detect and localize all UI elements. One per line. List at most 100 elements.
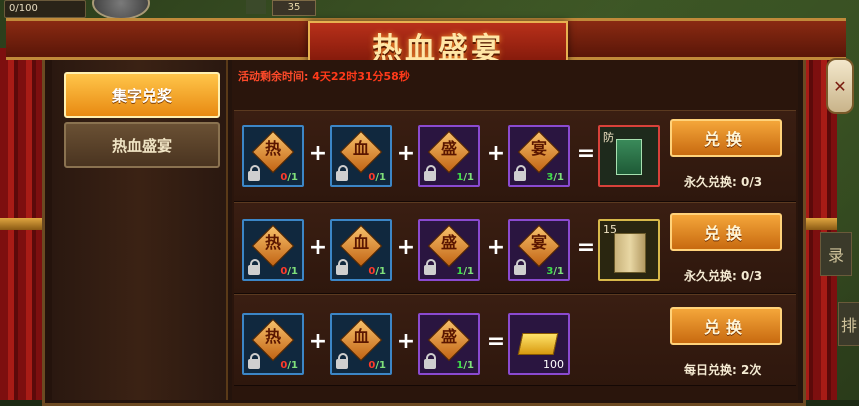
reward-tile[interactable]: 100 xyxy=(508,313,570,375)
count-need: 1 xyxy=(379,172,386,183)
word-tile[interactable]: 热 0/1 xyxy=(242,219,304,281)
count-need: 1 xyxy=(291,360,298,371)
lock-icon xyxy=(514,259,526,275)
exchange-button[interactable]: 兑换 xyxy=(670,213,782,251)
equals-icon: = xyxy=(486,329,506,354)
reward-tile[interactable]: 防 xyxy=(598,125,660,187)
item-count: 0/1 xyxy=(280,266,298,277)
word-tile[interactable]: 盛 1/1 xyxy=(418,219,480,281)
word-tile[interactable]: 血 0/1 xyxy=(330,313,392,375)
word-char: 热 xyxy=(264,139,281,158)
item-count: 3/1 xyxy=(546,172,564,183)
equals-icon: = xyxy=(576,235,596,260)
reward-amount: 100 xyxy=(543,358,564,371)
sidebar-item-feast[interactable]: 热血盛宴 xyxy=(64,122,220,168)
count-need: 1 xyxy=(467,266,474,277)
plus-icon: + xyxy=(308,235,328,260)
word-char: 盛 xyxy=(440,233,457,252)
lock-icon xyxy=(248,165,260,181)
hud-mini-icon xyxy=(246,0,266,14)
word-tile[interactable]: 盛 1/1 xyxy=(418,313,480,375)
lock-icon xyxy=(248,259,260,275)
word-char: 宴 xyxy=(530,139,547,158)
item-count: 0/1 xyxy=(368,266,386,277)
word-char: 盛 xyxy=(440,327,457,346)
item-count: 0/1 xyxy=(280,360,298,371)
lock-icon xyxy=(336,259,348,275)
lock-icon xyxy=(424,259,436,275)
count-need: 1 xyxy=(291,266,298,277)
count-need: 1 xyxy=(467,172,474,183)
word-char: 热 xyxy=(264,233,281,252)
gold-ingot-icon xyxy=(517,333,559,355)
hud-orb[interactable] xyxy=(92,0,150,20)
lock-icon xyxy=(424,353,436,369)
skill-book-icon xyxy=(616,139,642,175)
exchange-limit: 永久兑换: 0/3 xyxy=(684,175,763,189)
side-tab-label: 录 xyxy=(827,246,844,265)
lock-icon xyxy=(336,353,348,369)
lock-icon xyxy=(336,165,348,181)
word-tile[interactable]: 热 0/1 xyxy=(242,125,304,187)
sidebar-item-label: 热血盛宴 xyxy=(111,136,172,155)
exchange-limit: 每日兑换: 2次 xyxy=(684,363,762,377)
reward-label: 15 xyxy=(603,223,617,236)
count-need: 1 xyxy=(557,266,564,277)
word-char: 宴 xyxy=(530,233,547,252)
word-char: 血 xyxy=(352,327,369,346)
exchange-row: 热 0/1 + 血 0/1 + 盛 1/1 + 宴 3/1 = 15 兑换 永久… xyxy=(234,202,796,294)
plus-icon: + xyxy=(308,329,328,354)
item-count: 1/1 xyxy=(456,266,474,277)
item-count: 0/1 xyxy=(368,360,386,371)
item-count: 0/1 xyxy=(368,172,386,183)
word-char: 血 xyxy=(352,139,369,158)
word-tile[interactable]: 热 0/1 xyxy=(242,313,304,375)
item-count: 1/1 xyxy=(456,172,474,183)
exchange-limit: 永久兑换: 0/3 xyxy=(684,269,763,283)
plus-icon: + xyxy=(396,329,416,354)
timer-value: 4天22时31分58秒 xyxy=(312,70,410,83)
item-count: 1/1 xyxy=(456,360,474,371)
plus-icon: + xyxy=(308,141,328,166)
scroll-icon xyxy=(614,233,646,273)
reward-label: 防 xyxy=(603,131,614,144)
side-tab-record[interactable]: 录 xyxy=(820,232,852,276)
reward-tile[interactable]: 15 xyxy=(598,219,660,281)
exchange-button[interactable]: 兑换 xyxy=(670,307,782,345)
sidebar-item-collect-words[interactable]: 集字兑奖 xyxy=(64,72,220,118)
exchange-row: 热 0/1 + 血 0/1 + 盛 1/1 = 100 兑换 每日兑换: 2次 xyxy=(234,294,796,386)
exchange-button-label: 兑换 xyxy=(703,130,748,149)
plus-icon: + xyxy=(396,141,416,166)
word-tile[interactable]: 血 0/1 xyxy=(330,219,392,281)
count-need: 1 xyxy=(379,360,386,371)
word-tile[interactable]: 血 0/1 xyxy=(330,125,392,187)
side-tab-rank[interactable]: 排 xyxy=(838,302,859,346)
exchange-button-label: 兑换 xyxy=(703,318,748,337)
lock-icon xyxy=(248,353,260,369)
plus-icon: + xyxy=(396,235,416,260)
close-button[interactable]: ✕ xyxy=(826,58,854,114)
hud-level: 35 xyxy=(272,0,316,16)
word-tile[interactable]: 宴 3/1 xyxy=(508,219,570,281)
exchange-button[interactable]: 兑换 xyxy=(670,119,782,157)
count-need: 1 xyxy=(379,266,386,277)
lock-icon xyxy=(424,165,436,181)
hud-counter: 0/100 xyxy=(4,0,86,18)
plus-icon: + xyxy=(486,235,506,260)
word-char: 盛 xyxy=(440,139,457,158)
lock-icon xyxy=(514,165,526,181)
item-count: 3/1 xyxy=(546,266,564,277)
count-need: 1 xyxy=(557,172,564,183)
exchange-row: 热 0/1 + 血 0/1 + 盛 1/1 + 宴 3/1 = 防 兑换 永久兑… xyxy=(234,110,796,202)
exchange-button-label: 兑换 xyxy=(703,224,748,243)
count-need: 1 xyxy=(467,360,474,371)
side-tab-label: 排 xyxy=(840,316,857,335)
equals-icon: = xyxy=(576,141,596,166)
count-need: 1 xyxy=(291,172,298,183)
item-count: 0/1 xyxy=(280,172,298,183)
word-char: 热 xyxy=(264,327,281,346)
plus-icon: + xyxy=(486,141,506,166)
close-icon: ✕ xyxy=(833,76,847,96)
word-tile[interactable]: 盛 1/1 xyxy=(418,125,480,187)
word-tile[interactable]: 宴 3/1 xyxy=(508,125,570,187)
